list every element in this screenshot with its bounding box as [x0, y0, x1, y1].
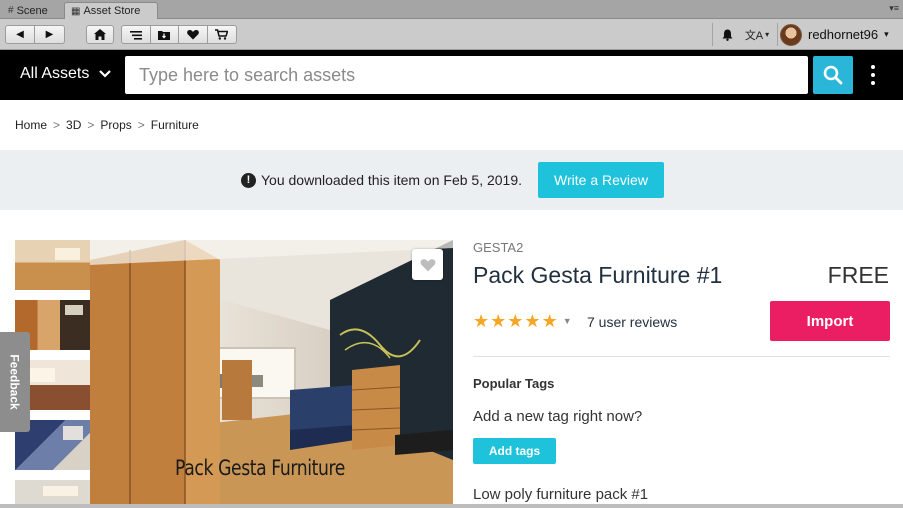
rating-stars[interactable]: ★ ★ ★ ★ ★ ▼: [473, 312, 572, 330]
thumbnail-image[interactable]: [15, 240, 90, 290]
search-input[interactable]: [125, 56, 808, 94]
forward-icon: ▶: [45, 29, 54, 40]
wishlist-button[interactable]: [179, 26, 208, 43]
downloads-button[interactable]: [151, 26, 179, 43]
cart-icon: [215, 29, 229, 40]
star-icon: ★: [490, 311, 507, 331]
category-dropdown-label: All Assets: [20, 65, 90, 82]
asset-store-toolbar: ◀ ▶ 文A ▾ redhornet96 ▾: [0, 19, 903, 50]
tab-options-menu-icon[interactable]: ▾≡: [889, 3, 899, 14]
user-reviews-link[interactable]: 7 user reviews: [587, 314, 677, 330]
menu-list-icon: [129, 30, 142, 40]
popular-tags-heading: Popular Tags: [473, 376, 555, 391]
search-icon: [823, 65, 843, 85]
breadcrumb-separator: >: [53, 118, 61, 132]
category-dropdown[interactable]: All Assets: [20, 65, 112, 83]
info-alert-icon: !: [241, 172, 256, 188]
import-button[interactable]: Import: [770, 301, 890, 341]
tab-asset-store[interactable]: ▦ Asset Store: [64, 2, 158, 19]
toolbar-divider: [712, 23, 713, 46]
home-button[interactable]: [86, 25, 114, 44]
product-description: Low poly furniture pack #1: [473, 486, 649, 503]
divider: [473, 356, 890, 357]
language-selector[interactable]: 文A ▾: [742, 25, 772, 44]
chevron-down-icon: [99, 70, 112, 78]
chevron-down-icon: ▼: [562, 316, 572, 326]
heart-icon: [420, 258, 435, 271]
download-notice: ! You downloaded this item on Feb 5, 201…: [241, 172, 522, 188]
window-bottom-edge: [0, 504, 903, 508]
toolbar-button-group: [121, 25, 237, 44]
notifications-button[interactable]: [718, 25, 736, 44]
feedback-tab[interactable]: Feedback: [0, 332, 30, 432]
breadcrumb-separator: >: [137, 118, 145, 132]
my-assets-list-button[interactable]: [122, 26, 151, 43]
add-tag-prompt: Add a new tag right now?: [473, 408, 643, 425]
breadcrumb-3d[interactable]: 3D: [66, 118, 81, 132]
avatar: [780, 23, 802, 46]
breadcrumb: Home > 3D > Props > Furniture: [15, 118, 199, 132]
toolbar-divider: [777, 23, 778, 46]
navigation-button-group: ◀ ▶: [5, 25, 65, 44]
publisher-link[interactable]: GESTA2: [473, 240, 523, 255]
grid-icon: #: [8, 5, 14, 16]
store-header: All Assets: [0, 50, 903, 100]
star-icon: ★: [507, 311, 524, 331]
star-icon: ★: [473, 311, 490, 331]
heart-icon: [186, 30, 199, 40]
editor-tab-strip: # Scene ▦ Asset Store ▾≡: [0, 0, 903, 19]
product-price: FREE: [827, 262, 889, 288]
star-icon: ★: [524, 311, 541, 331]
tab-scene[interactable]: # Scene: [2, 2, 54, 19]
breadcrumb-separator: >: [87, 118, 95, 132]
search-button[interactable]: [813, 56, 853, 94]
more-options-icon[interactable]: [866, 63, 880, 87]
chevron-down-icon: ▾: [884, 29, 889, 39]
forward-button[interactable]: ▶: [35, 26, 64, 43]
breadcrumb-props[interactable]: Props: [100, 118, 131, 132]
write-review-button[interactable]: Write a Review: [538, 162, 664, 198]
breadcrumb-furniture[interactable]: Furniture: [151, 118, 199, 132]
download-notice-text: You downloaded this item on Feb 5, 2019.: [261, 172, 523, 188]
image-caption: Pack Gesta Furniture: [175, 456, 345, 480]
language-icon: 文A: [744, 29, 764, 42]
breadcrumb-home[interactable]: Home: [15, 118, 47, 132]
downloads-folder-icon: [158, 30, 171, 40]
product-title: Pack Gesta Furniture #1: [473, 262, 723, 288]
bell-icon: [722, 29, 732, 41]
download-notice-banner: ! You downloaded this item on Feb 5, 201…: [0, 150, 903, 210]
back-icon: ◀: [16, 29, 24, 40]
chevron-down-icon: ▾: [765, 30, 770, 39]
feedback-label: Feedback: [8, 354, 23, 410]
star-icon: ★: [541, 311, 558, 331]
username-label: redhornet96: [808, 27, 879, 42]
store-icon: ▦: [71, 5, 81, 17]
home-icon: [94, 29, 106, 40]
cart-button[interactable]: [208, 26, 236, 43]
tab-scene-label: Scene: [16, 4, 48, 17]
back-button[interactable]: ◀: [6, 26, 36, 43]
user-account-menu[interactable]: redhornet96 ▾: [780, 22, 889, 47]
add-tags-button[interactable]: Add tags: [473, 438, 556, 464]
add-to-wishlist-button[interactable]: [412, 249, 443, 280]
tab-asset-store-label: Asset Store: [83, 5, 141, 17]
